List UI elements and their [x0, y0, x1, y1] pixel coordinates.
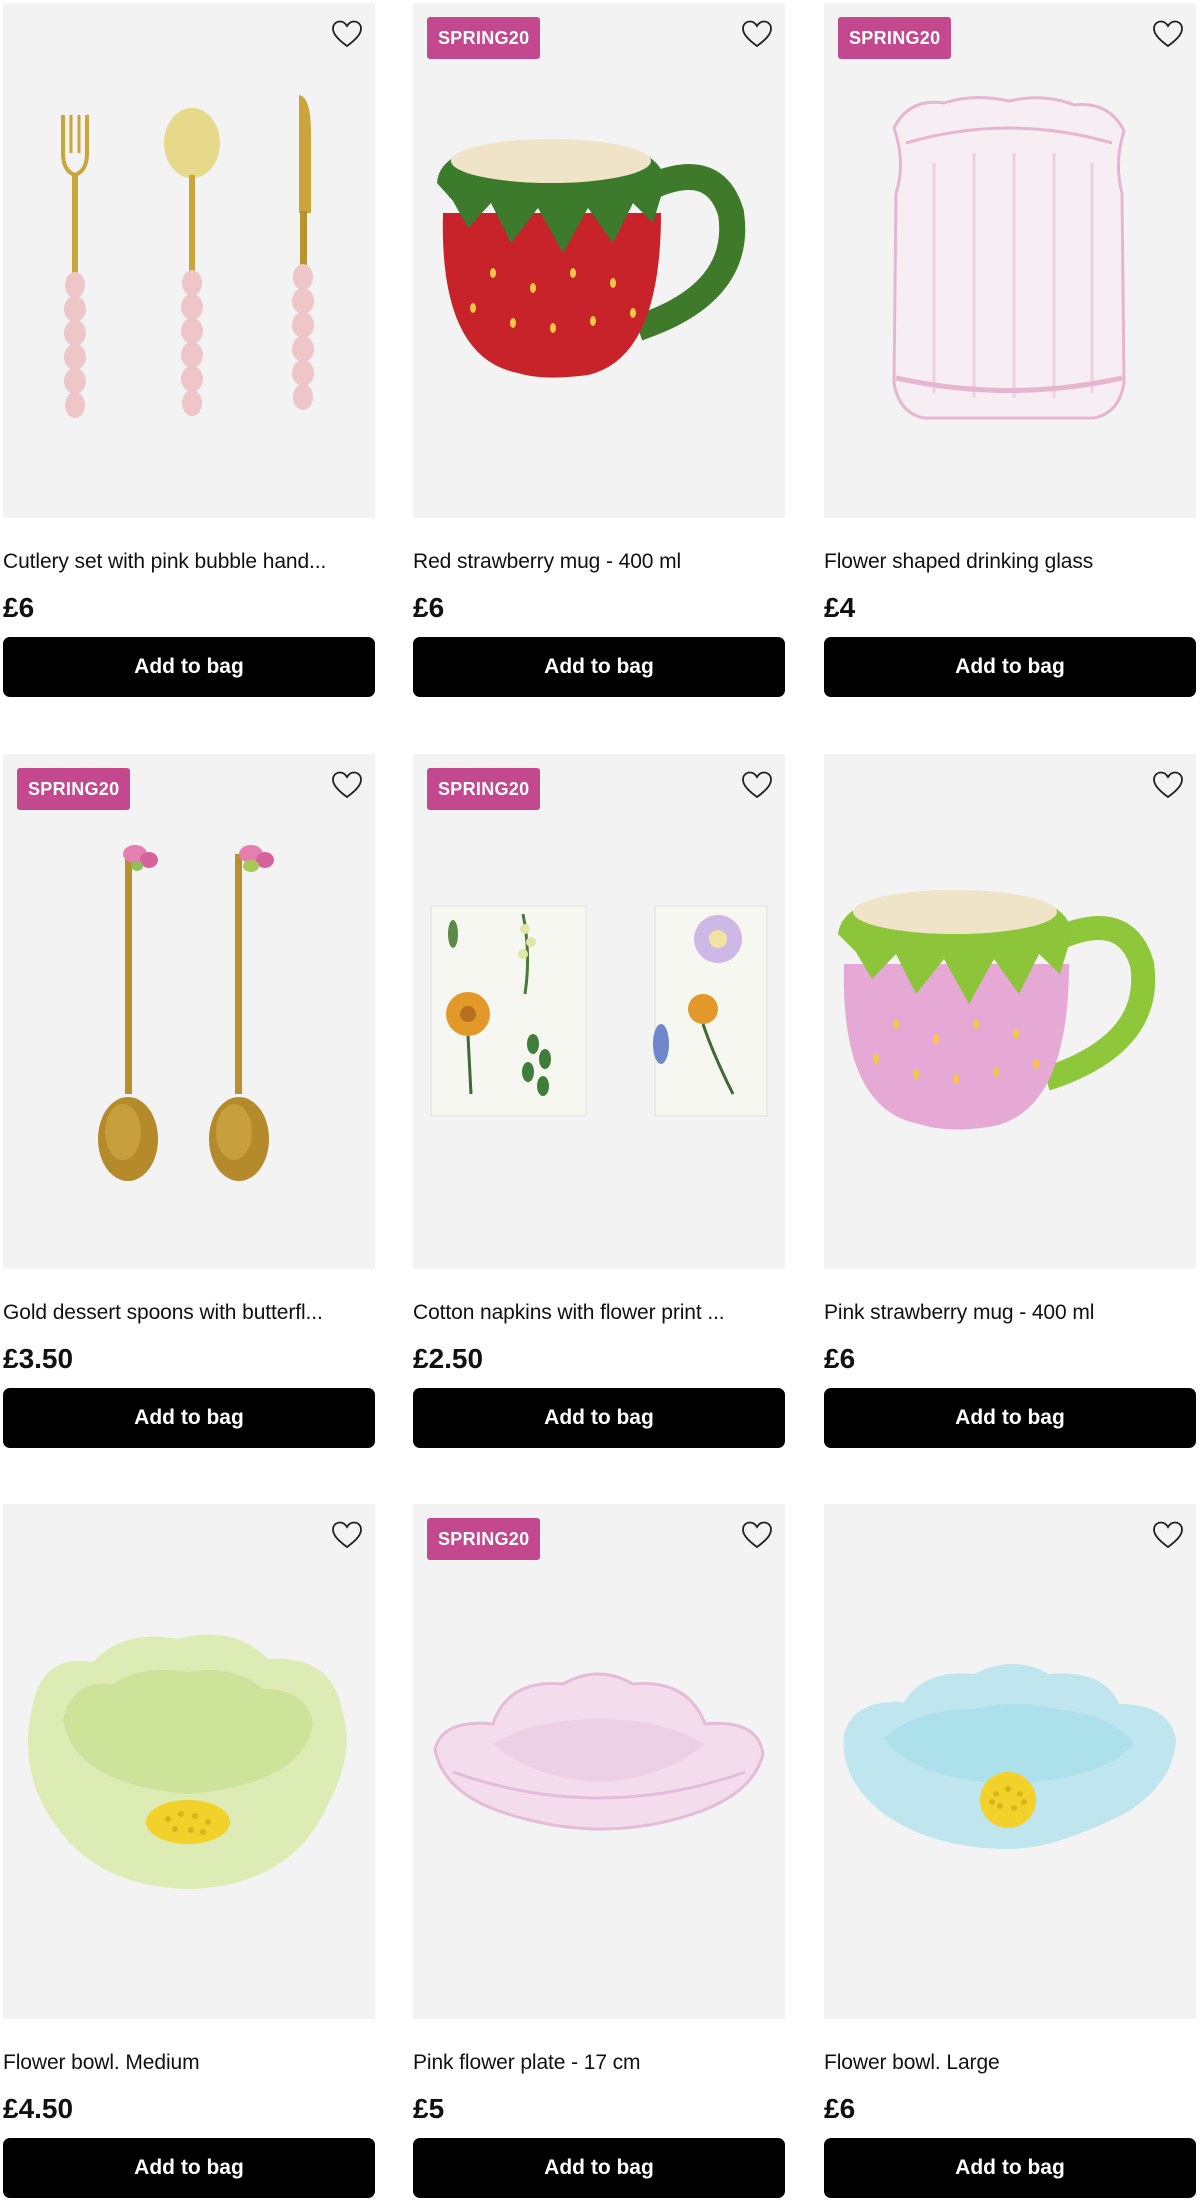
product-image-area[interactable]	[824, 754, 1196, 1269]
product-price: £3.50	[3, 1343, 74, 1374]
heart-outline-icon[interactable]	[741, 1520, 773, 1550]
product-title[interactable]: Pink flower plate - 17 cm	[413, 2049, 785, 2077]
add-to-bag-button[interactable]: Add to bag	[413, 2138, 785, 2198]
add-to-bag-button[interactable]: Add to bag	[3, 637, 375, 697]
product-card[interactable]: SPRING20 Cotton napkins with flower prin…	[413, 754, 785, 1448]
add-to-bag-button[interactable]: Add to bag	[824, 637, 1196, 697]
promo-badge: SPRING20	[427, 17, 541, 59]
product-title[interactable]: Cutlery set with pink bubble hand...	[3, 548, 375, 576]
product-image-area[interactable]	[3, 3, 375, 518]
red-strawberry-mug-image	[437, 139, 746, 378]
promo-badge: SPRING20	[838, 17, 952, 59]
promo-badge: SPRING20	[427, 768, 541, 810]
product-card[interactable]: SPRING20 Pink flower plate - 17 cm £5 Ad…	[413, 1504, 785, 2198]
product-title[interactable]: Red strawberry mug - 400 ml	[413, 548, 785, 576]
heart-outline-icon[interactable]	[331, 1520, 363, 1550]
product-image-area[interactable]: SPRING20	[3, 754, 375, 1269]
product-title[interactable]: Flower bowl. Large	[824, 2049, 1196, 2077]
heart-outline-icon[interactable]	[331, 770, 363, 800]
product-image-area[interactable]: SPRING20	[413, 3, 785, 518]
product-price: £4	[824, 592, 856, 623]
heart-outline-icon[interactable]	[741, 770, 773, 800]
heart-outline-icon[interactable]	[1152, 19, 1184, 49]
product-price: £6	[824, 2093, 856, 2124]
product-card[interactable]: Flower bowl. Large £6 Add to bag	[824, 1504, 1196, 2198]
product-card[interactable]: Cutlery set with pink bubble hand... £6 …	[3, 3, 375, 697]
product-image-area[interactable]: SPRING20	[824, 3, 1196, 518]
pink-strawberry-mug-image	[838, 890, 1156, 1130]
product-price: £2.50	[413, 1343, 484, 1374]
add-to-bag-button[interactable]: Add to bag	[3, 2138, 375, 2198]
product-title[interactable]: Cotton napkins with flower print ...	[413, 1299, 785, 1327]
product-title[interactable]: Pink strawberry mug - 400 ml	[824, 1299, 1196, 1327]
product-card[interactable]: Flower bowl. Medium £4.50 Add to bag	[3, 1504, 375, 2198]
heart-outline-icon[interactable]	[1152, 1520, 1184, 1550]
product-title[interactable]: Flower bowl. Medium	[3, 2049, 375, 2077]
promo-badge: SPRING20	[17, 768, 131, 810]
product-card[interactable]: Pink strawberry mug - 400 ml £6 Add to b…	[824, 754, 1196, 1448]
product-image-area[interactable]	[824, 1504, 1196, 2019]
product-price: £5	[413, 2093, 445, 2124]
product-image-area[interactable]: SPRING20	[413, 1504, 785, 2019]
product-card[interactable]: SPRING20 Flower shaped drinking glass £4…	[824, 3, 1196, 697]
green-flower-bowl-image	[28, 1634, 347, 1889]
product-card[interactable]: SPRING20 Red strawberry mug - 400 ml £6 …	[413, 3, 785, 697]
product-price: £6	[824, 1343, 856, 1374]
heart-outline-icon[interactable]	[331, 19, 363, 49]
product-title[interactable]: Gold dessert spoons with butterfl...	[3, 1299, 375, 1327]
flower-glass-image	[892, 95, 1126, 420]
product-price: £6	[3, 592, 35, 623]
product-title[interactable]: Flower shaped drinking glass	[824, 548, 1196, 576]
product-price: £4.50	[3, 2093, 74, 2124]
gold-spoons-image	[98, 845, 274, 1181]
flower-napkins-image	[430, 905, 768, 1117]
promo-badge: SPRING20	[427, 1518, 541, 1560]
product-card[interactable]: SPRING20 Gold dessert spoons with butter…	[3, 754, 375, 1448]
add-to-bag-button[interactable]: Add to bag	[413, 637, 785, 697]
cutlery-set-image	[61, 95, 314, 418]
pink-flower-plate-image	[433, 1672, 765, 1831]
product-price: £6	[413, 592, 445, 623]
add-to-bag-button[interactable]: Add to bag	[824, 1388, 1196, 1448]
add-to-bag-button[interactable]: Add to bag	[3, 1388, 375, 1448]
heart-outline-icon[interactable]	[1152, 770, 1184, 800]
product-grid: Cutlery set with pink bubble hand... £6 …	[0, 0, 1200, 2201]
product-image-area[interactable]	[3, 1504, 375, 2019]
product-image-area[interactable]: SPRING20	[413, 754, 785, 1269]
blue-flower-bowl-image	[843, 1664, 1176, 1849]
add-to-bag-button[interactable]: Add to bag	[413, 1388, 785, 1448]
add-to-bag-button[interactable]: Add to bag	[824, 2138, 1196, 2198]
heart-outline-icon[interactable]	[741, 19, 773, 49]
